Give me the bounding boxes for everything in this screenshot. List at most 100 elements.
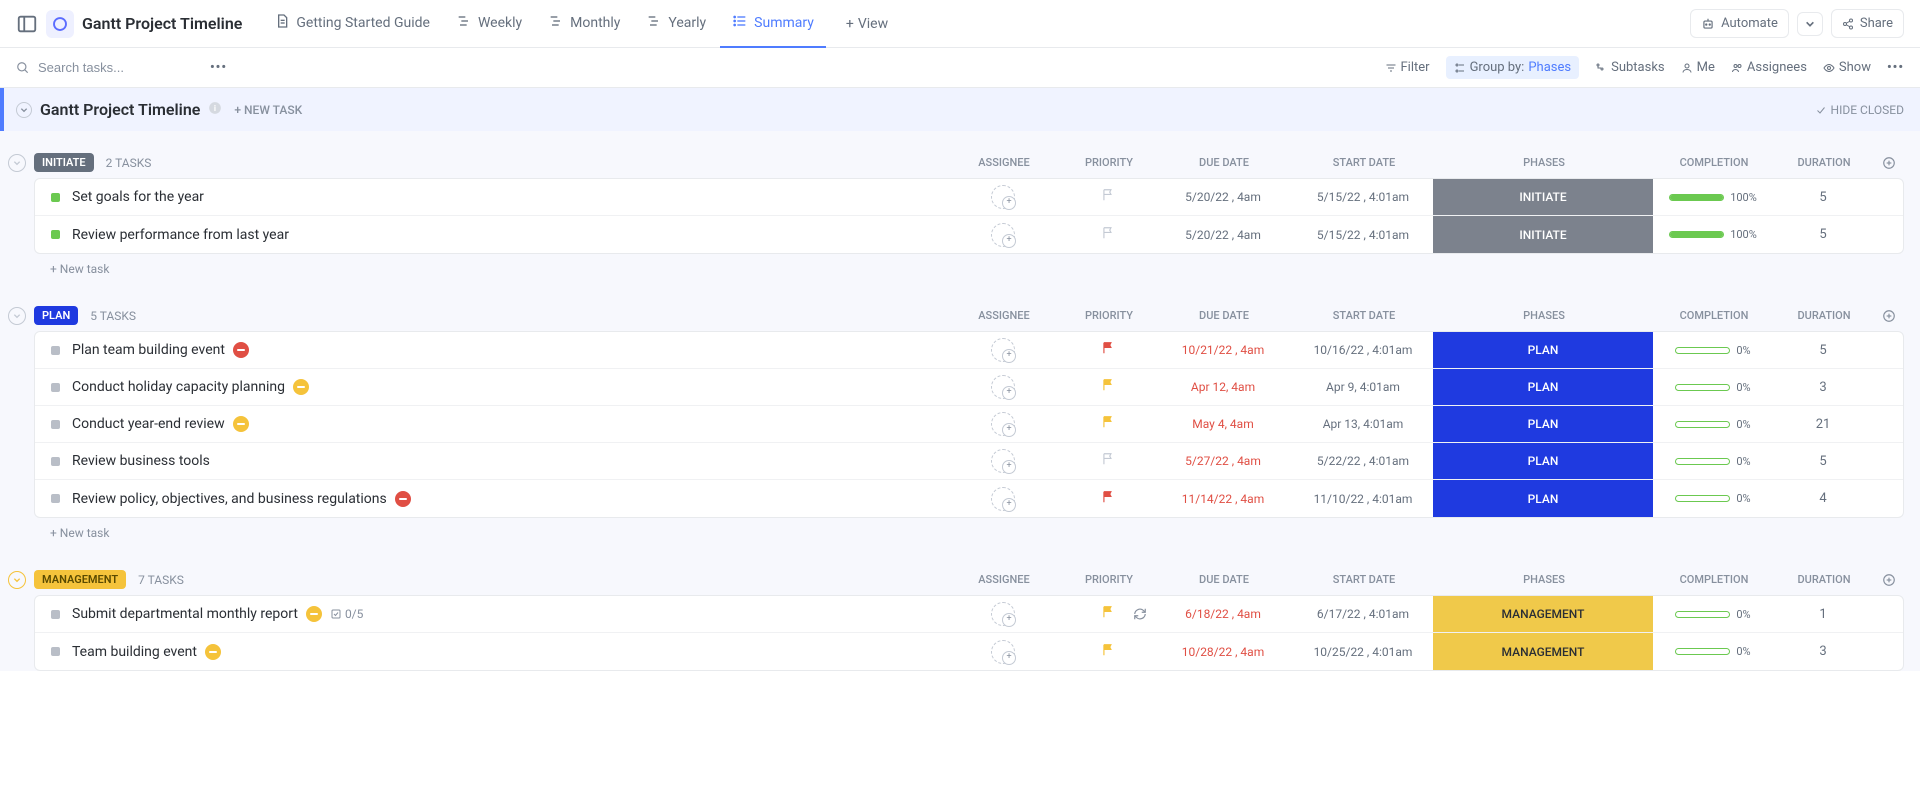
group-badge[interactable]: MANAGEMENT: [34, 570, 126, 589]
sidebar-toggle-icon[interactable]: [16, 13, 38, 35]
duration-cell[interactable]: 1: [1773, 607, 1873, 622]
assignee-avatar-icon[interactable]: [991, 412, 1015, 436]
assignee-avatar-icon[interactable]: [991, 223, 1015, 247]
col-start-date[interactable]: START DATE: [1294, 573, 1434, 586]
duration-cell[interactable]: 5: [1773, 190, 1873, 205]
task-name[interactable]: Review business tools: [72, 453, 943, 469]
completion-cell[interactable]: 0%: [1653, 645, 1773, 658]
list-collapse-icon[interactable]: [16, 102, 32, 118]
col-due-date[interactable]: DUE DATE: [1154, 156, 1294, 169]
start-date-cell[interactable]: 10/25/22 , 4:01am: [1293, 645, 1433, 659]
new-task-button[interactable]: + New task: [34, 254, 1904, 284]
priority-cell[interactable]: [1063, 643, 1153, 661]
completion-cell[interactable]: 0%: [1653, 608, 1773, 621]
completion-cell[interactable]: 0%: [1653, 418, 1773, 431]
col-start-date[interactable]: START DATE: [1294, 156, 1434, 169]
status-dot[interactable]: [51, 346, 60, 355]
filter-button[interactable]: Filter: [1385, 60, 1430, 75]
assignee-avatar-icon[interactable]: [991, 487, 1015, 511]
assignee-avatar-icon[interactable]: [991, 640, 1015, 664]
hide-closed-button[interactable]: HIDE CLOSED: [1815, 103, 1904, 117]
col-assignee[interactable]: ASSIGNEE: [944, 573, 1064, 586]
start-date-cell[interactable]: 11/10/22 , 4:01am: [1293, 492, 1433, 506]
duration-cell[interactable]: 3: [1773, 644, 1873, 659]
subtask-progress[interactable]: 0/5: [330, 607, 363, 621]
assignee-cell[interactable]: [943, 223, 1063, 247]
task-row[interactable]: Team building event 10/28/22 , 4am 10/25…: [35, 633, 1903, 670]
assignee-avatar-icon[interactable]: [991, 449, 1015, 473]
duration-cell[interactable]: 5: [1773, 343, 1873, 358]
assignee-cell[interactable]: [943, 185, 1063, 209]
priority-cell[interactable]: [1063, 378, 1153, 396]
assignee-avatar-icon[interactable]: [991, 338, 1015, 362]
share-button[interactable]: Share: [1831, 9, 1904, 38]
assignees-button[interactable]: Assignees: [1731, 60, 1807, 75]
duration-cell[interactable]: 4: [1773, 491, 1873, 506]
status-dot[interactable]: [51, 457, 60, 466]
task-name[interactable]: Team building event: [72, 644, 943, 660]
group-badge[interactable]: INITIATE: [34, 153, 94, 172]
phase-cell[interactable]: PLAN: [1433, 332, 1653, 368]
phase-cell[interactable]: INITIATE: [1433, 216, 1653, 253]
completion-cell[interactable]: 100%: [1653, 228, 1773, 241]
add-column-button[interactable]: [1874, 573, 1904, 587]
add-view-button[interactable]: + View: [834, 16, 900, 32]
assignee-avatar-icon[interactable]: [991, 602, 1015, 626]
col-assignee[interactable]: ASSIGNEE: [944, 309, 1064, 322]
due-date-cell[interactable]: 10/28/22 , 4am: [1153, 645, 1293, 659]
new-task-button[interactable]: + New task: [34, 518, 1904, 548]
task-name[interactable]: Set goals for the year: [72, 189, 943, 205]
phase-cell[interactable]: MANAGEMENT: [1433, 596, 1653, 632]
groupby-chip[interactable]: Group by: Phases: [1446, 56, 1580, 79]
list-title[interactable]: Gantt Project Timeline: [40, 100, 200, 119]
due-date-cell[interactable]: May 4, 4am: [1153, 417, 1293, 431]
duration-cell[interactable]: 3: [1773, 380, 1873, 395]
assignee-cell[interactable]: [943, 640, 1063, 664]
status-dot[interactable]: [51, 420, 60, 429]
start-date-cell[interactable]: 6/17/22 , 4:01am: [1293, 607, 1433, 621]
assignee-cell[interactable]: [943, 338, 1063, 362]
status-dot[interactable]: [51, 610, 60, 619]
completion-cell[interactable]: 100%: [1653, 191, 1773, 204]
priority-cell[interactable]: [1063, 490, 1153, 508]
tab-weekly[interactable]: Weekly: [444, 0, 534, 48]
assignee-cell[interactable]: [943, 375, 1063, 399]
assignee-cell[interactable]: [943, 602, 1063, 626]
completion-cell[interactable]: 0%: [1653, 492, 1773, 505]
toolbar-more-icon[interactable]: •••: [1887, 60, 1904, 75]
start-date-cell[interactable]: 5/15/22 , 4:01am: [1293, 228, 1433, 242]
due-date-cell[interactable]: 5/20/22 , 4am: [1153, 228, 1293, 242]
search-input[interactable]: [38, 60, 198, 75]
start-date-cell[interactable]: Apr 13, 4:01am: [1293, 417, 1433, 431]
status-dot[interactable]: [51, 383, 60, 392]
col-completion[interactable]: COMPLETION: [1654, 309, 1774, 322]
priority-cell[interactable]: [1063, 415, 1153, 433]
col-assignee[interactable]: ASSIGNEE: [944, 156, 1064, 169]
tab-getting-started-guide[interactable]: Getting Started Guide: [262, 0, 442, 48]
group-badge[interactable]: PLAN: [34, 306, 78, 325]
task-row[interactable]: Review performance from last year 5/20/2…: [35, 216, 1903, 253]
due-date-cell[interactable]: 5/27/22 , 4am: [1153, 454, 1293, 468]
start-date-cell[interactable]: 5/22/22 , 4:01am: [1293, 454, 1433, 468]
phase-cell[interactable]: PLAN: [1433, 443, 1653, 479]
automate-dropdown[interactable]: [1797, 12, 1823, 36]
tab-summary[interactable]: Summary: [720, 0, 826, 48]
col-completion[interactable]: COMPLETION: [1654, 156, 1774, 169]
more-options-icon[interactable]: •••: [210, 60, 227, 75]
info-icon[interactable]: i: [208, 101, 222, 119]
status-dot[interactable]: [51, 193, 60, 202]
start-date-cell[interactable]: Apr 9, 4:01am: [1293, 380, 1433, 394]
task-row[interactable]: Set goals for the year 5/20/22 , 4am 5/1…: [35, 179, 1903, 216]
add-column-button[interactable]: [1874, 156, 1904, 170]
assignee-avatar-icon[interactable]: [991, 185, 1015, 209]
col-duration[interactable]: DURATION: [1774, 309, 1874, 322]
start-date-cell[interactable]: 5/15/22 , 4:01am: [1293, 190, 1433, 204]
subtasks-button[interactable]: Subtasks: [1595, 60, 1665, 75]
col-duration[interactable]: DURATION: [1774, 573, 1874, 586]
col-priority[interactable]: PRIORITY: [1064, 573, 1154, 586]
assignee-cell[interactable]: [943, 487, 1063, 511]
completion-cell[interactable]: 0%: [1653, 381, 1773, 394]
phase-cell[interactable]: PLAN: [1433, 369, 1653, 405]
col-phases[interactable]: PHASES: [1434, 573, 1654, 586]
task-name[interactable]: Plan team building event: [72, 342, 943, 358]
